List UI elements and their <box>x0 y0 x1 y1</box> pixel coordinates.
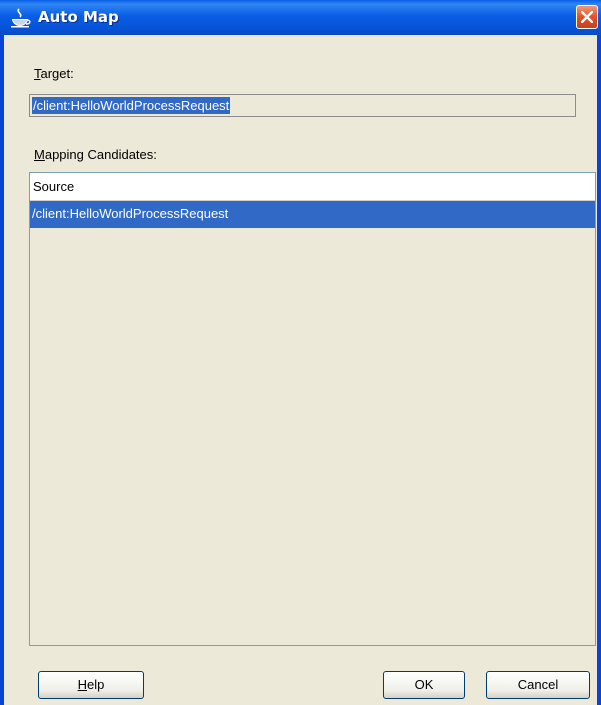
mapping-candidates-label: Mapping Candidates: <box>34 147 157 162</box>
window-title: Auto Map <box>38 8 119 26</box>
auto-map-dialog: Auto Map Target: /client:HelloWorldProce… <box>0 0 601 705</box>
help-button[interactable]: Help <box>38 671 144 699</box>
jdeveloper-cup-icon <box>10 8 32 28</box>
close-icon <box>581 11 593 23</box>
table-row[interactable]: /client:HelloWorldProcessRequest <box>30 201 595 228</box>
target-value[interactable]: /client:HelloWorldProcessRequest <box>32 97 231 114</box>
target-field[interactable]: /client:HelloWorldProcessRequest <box>29 94 576 117</box>
ok-button[interactable]: OK <box>383 671 465 699</box>
mapping-candidates-table[interactable]: Source /client:HelloWorldProcessRequest <box>29 172 596 646</box>
title-bar[interactable]: Auto Map <box>0 0 601 35</box>
close-button[interactable] <box>576 5 598 29</box>
target-label: Target: <box>34 66 74 81</box>
cancel-button[interactable]: Cancel <box>486 671 590 699</box>
source-column-header[interactable]: Source <box>30 173 595 201</box>
source-cell: /client:HelloWorldProcessRequest <box>32 206 229 221</box>
